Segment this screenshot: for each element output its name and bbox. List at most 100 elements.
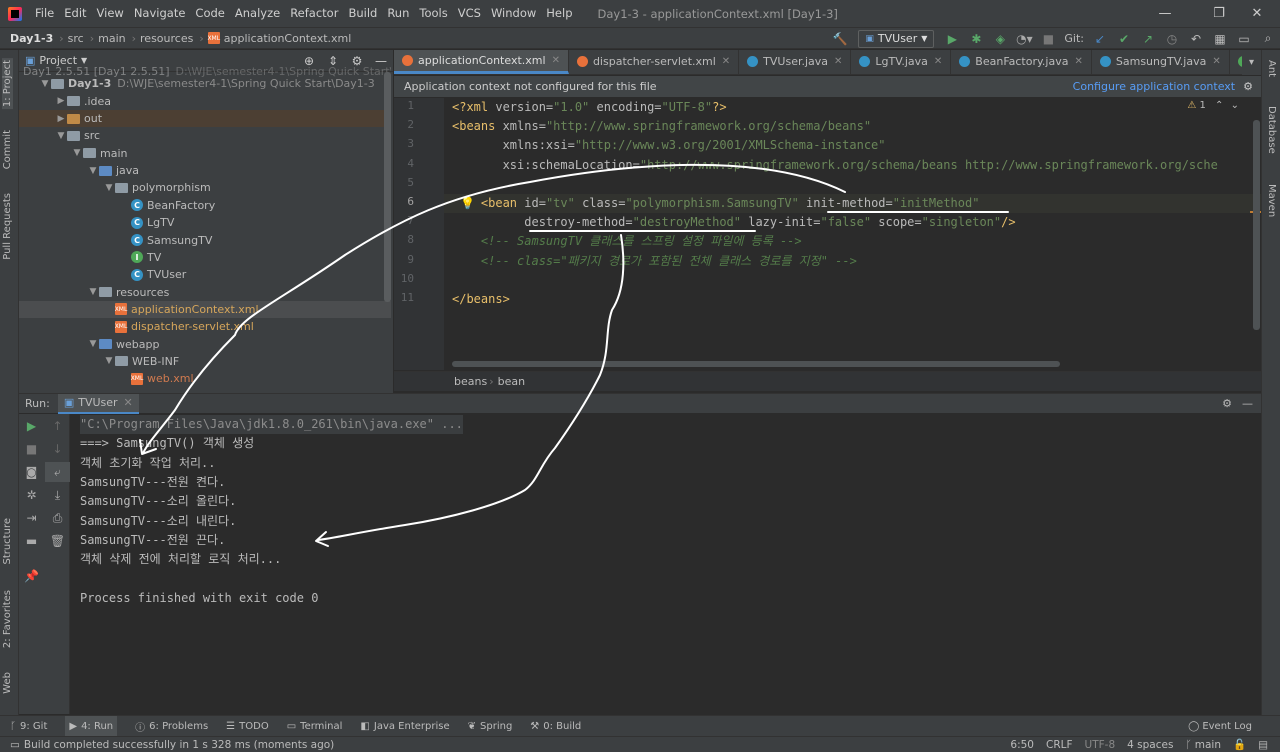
tree-item[interactable]: ▼ webapp [19,336,391,353]
scroll-to-end-icon[interactable]: ⤓ [45,485,70,505]
expanded-arrow-icon[interactable]: ▼ [39,79,51,89]
tab-ant[interactable]: Ant [1266,60,1277,77]
collapsed-arrow-icon[interactable]: ▶ [55,114,67,124]
menu-analyze[interactable]: Analyze [230,0,285,27]
tab-database[interactable]: Database [1266,106,1277,154]
menu-file[interactable]: File [30,0,59,27]
status-message[interactable]: Build completed successfully in 1 s 328 … [24,739,334,751]
build-hammer-icon[interactable]: 🔨 [828,29,852,49]
menu-code[interactable]: Code [190,0,229,27]
chevron-down-icon[interactable]: ⌄ [1231,100,1239,111]
close-icon[interactable]: ✕ [834,56,842,67]
menu-tools[interactable]: Tools [414,0,452,27]
git-update-icon[interactable]: ↙ [1088,29,1112,49]
expanded-arrow-icon[interactable]: ▼ [87,339,99,349]
tree-item[interactable]: XML applicationContext.xml [19,300,391,318]
profile-icon[interactable]: ◔▾ [1012,29,1036,49]
tool-tab[interactable]: ⓘ 6: Problems [135,719,208,734]
file-encoding[interactable]: UTF-8 [1085,739,1116,751]
expanded-arrow-icon[interactable]: ▼ [103,183,115,193]
chevron-up-icon[interactable]: ⌃ [1215,100,1223,111]
tree-item[interactable]: C LgTV [19,214,391,231]
chevron-down-icon[interactable]: ▼ [81,56,87,65]
up-arrow-icon[interactable]: ↑ [45,416,70,436]
caret-position[interactable]: 6:50 [1010,739,1034,751]
lock-icon[interactable]: 🔓 [1233,738,1246,751]
editor-tab[interactable]: SamsungTV.java ✕ [1092,50,1230,74]
tree-item[interactable]: ▼ WEB-INF [19,353,391,370]
tab-pull-requests[interactable]: Pull Requests [2,193,13,260]
breadcrumb-beans[interactable]: beans [454,375,487,388]
tree-item[interactable]: ▼ src [19,127,391,144]
tool-tab[interactable]: ◧ Java Enterprise [360,721,449,732]
tree-item[interactable]: ▼ polymorphism [19,179,391,196]
tool-tab[interactable]: ▶ 4: Run [65,715,118,737]
run-configuration-select[interactable]: ▣ TVUser ▼ [858,29,935,48]
tool-tab[interactable]: ᚴ 9: Git [10,721,47,732]
status-layout-icon[interactable]: ▭ [10,739,20,751]
git-rollback-icon[interactable]: ↶ [1184,29,1208,49]
tree-item[interactable]: ▼ resources [19,284,391,301]
git-branch[interactable]: main [1195,739,1221,751]
close-button[interactable]: ✕ [1234,0,1280,27]
configure-context-link[interactable]: Configure application context [1073,80,1235,93]
tab-commit[interactable]: Commit [2,130,13,169]
debug-icon[interactable]: ✱ [964,29,988,49]
menu-vcs[interactable]: VCS [453,0,486,27]
rerun-icon[interactable]: ▶ [19,416,44,436]
breadcrumb-resources[interactable]: resources [140,32,193,45]
gear-icon[interactable]: ⚙ [1243,80,1253,93]
pin-icon[interactable]: 📌 [19,566,44,586]
editor-tab[interactable]: BeanFactory.java ✕ [951,50,1092,74]
tree-item[interactable]: C TVUser [19,266,391,283]
tool-tab[interactable]: ❦ Spring [468,721,513,732]
close-icon[interactable]: ✕ [722,56,730,67]
code-editor[interactable]: ⚠ 1 ⌃ ⌄ <?xml version="1.0" encoding="UT… [444,98,1261,370]
close-icon[interactable]: ✕ [934,56,942,67]
stop-icon[interactable]: ■ [19,439,44,459]
tab-overflow-icon[interactable]: ▾ [1242,50,1261,75]
editor-horizontal-scrollbar[interactable] [452,361,1060,367]
project-structure-icon[interactable]: ▦ [1208,29,1232,49]
gear-icon[interactable]: ⚙ [1222,397,1232,410]
menu-edit[interactable]: Edit [59,0,91,27]
minimize-button[interactable]: — [1142,0,1188,27]
menu-refactor[interactable]: Refactor [285,0,343,27]
layout-icon[interactable]: ▬ [19,531,44,551]
breadcrumb-file[interactable]: applicationContext.xml [224,32,352,45]
line-separator[interactable]: CRLF [1046,739,1073,751]
tree-item[interactable]: ▼ java [19,162,391,179]
breadcrumb-main[interactable]: main [98,32,125,45]
event-log-button[interactable]: ◯ Event Log [1188,721,1252,732]
close-icon[interactable]: ✕ [1074,56,1082,67]
tab-structure[interactable]: Structure [2,518,13,565]
tool-tab[interactable]: ▭ Terminal [287,721,343,732]
expanded-arrow-icon[interactable]: ▼ [55,131,67,141]
run-tab-tvuser[interactable]: ▣ TVUser ✕ [57,393,139,414]
menu-build[interactable]: Build [343,0,382,27]
close-icon[interactable]: ✕ [1212,56,1220,67]
menu-window[interactable]: Window [486,0,541,27]
stop-icon[interactable]: ■ [1036,29,1060,49]
editor-tab[interactable]: dispatcher-servlet.xml ✕ [569,50,740,74]
coverage-icon[interactable]: ◈ [988,29,1012,49]
breadcrumb-src[interactable]: src [68,32,84,45]
tool-tab[interactable]: ☰ TODO [226,721,269,732]
git-commit-icon[interactable]: ✔ [1112,29,1136,49]
run-console[interactable]: "C:\Program Files\Java\jdk1.8.0_261\bin\… [70,414,1261,714]
close-icon[interactable]: ✕ [124,396,133,409]
lightbulb-icon[interactable]: 💡 [460,196,475,210]
editor-tab[interactable]: LgTV.java ✕ [851,50,952,74]
git-history-icon[interactable]: ◷ [1160,29,1184,49]
tree-item[interactable]: ▼ Day1-3 D:\WJE\semester4-1\Spring Quick S… [19,75,391,92]
tree-item[interactable]: C SamsungTV [19,232,391,249]
close-icon[interactable]: ✕ [552,55,560,66]
expanded-arrow-icon[interactable]: ▼ [87,166,99,176]
trash-icon[interactable]: 🗑 [45,531,70,551]
expanded-arrow-icon[interactable]: ▼ [87,287,99,297]
tab-maven[interactable]: Maven [1266,184,1277,217]
tab-project[interactable]: 1: Project [2,58,13,110]
down-arrow-icon[interactable]: ↓ [45,439,70,459]
inspection-widget[interactable]: ⚠ 1 ⌃ ⌄ [1187,100,1239,111]
project-scrollbar[interactable] [384,72,391,302]
